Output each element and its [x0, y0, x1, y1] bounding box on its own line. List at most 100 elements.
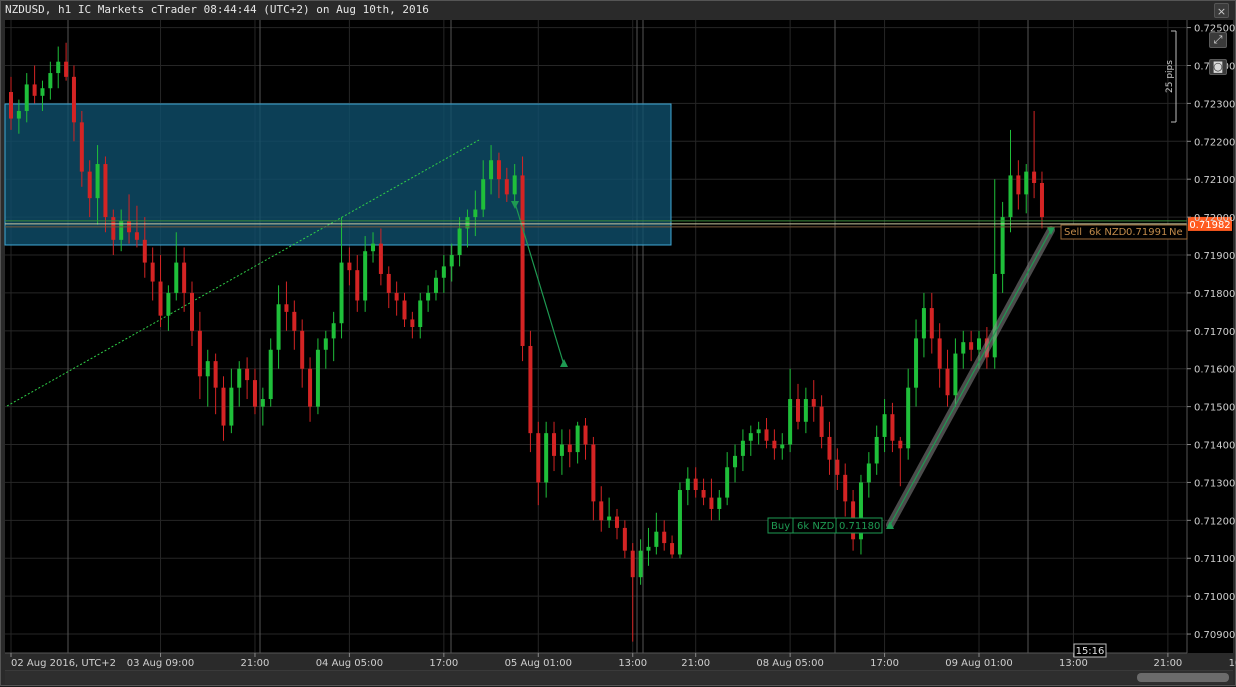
price-tick-label: 0.71000	[1194, 592, 1235, 603]
candle-bull	[205, 361, 210, 377]
candle-bear	[134, 232, 139, 240]
candle-bear	[662, 531, 667, 544]
buy-label-text: 6k NZD	[797, 521, 835, 532]
price-tick-label: 0.70900	[1194, 630, 1235, 641]
candle-bull	[740, 440, 745, 456]
price-tick-label: 0.71600	[1194, 365, 1235, 376]
candle-bull	[315, 349, 320, 407]
candle-bull	[473, 209, 478, 218]
candle-bull	[481, 179, 486, 210]
candle-bear	[182, 262, 187, 293]
time-tick-label: 04 Aug 05:00	[316, 658, 383, 669]
price-tick-label: 0.72300	[1194, 99, 1235, 110]
candle-bull	[544, 433, 549, 483]
candle-bear	[811, 399, 816, 407]
time-tick-label: 13:00	[1059, 658, 1088, 669]
candle-bear	[221, 387, 226, 426]
candle-bull	[449, 255, 454, 267]
candle-bear	[528, 345, 533, 434]
candle-bear	[772, 440, 777, 449]
sell-label-text: Ne	[1169, 227, 1183, 238]
candle-bull	[441, 266, 446, 278]
price-tick-label: 0.71700	[1194, 327, 1235, 338]
camera-icon[interactable]: ◙	[1209, 59, 1227, 75]
time-tick-label: 17:00	[429, 658, 458, 669]
candle-bull	[426, 292, 431, 301]
time-tick-label: 17:00	[870, 658, 899, 669]
time-tick-label: 21:00	[241, 658, 270, 669]
candle-bull	[418, 300, 423, 328]
candle-bear	[701, 490, 706, 498]
time-tick-label: 05 Aug 01:00	[505, 658, 572, 669]
candle-bear	[1016, 175, 1021, 195]
candle-bull	[717, 497, 722, 509]
candle-bear	[378, 243, 383, 274]
candle-bull	[866, 463, 871, 483]
candle-bear	[197, 330, 202, 377]
candle-bull	[339, 262, 344, 324]
price-tick-label: 0.72000	[1194, 213, 1235, 224]
candle-bear	[670, 543, 675, 555]
candle-bull	[433, 277, 438, 293]
sell-label-text: Sell	[1064, 227, 1082, 238]
price-chart[interactable]: 0.71982 0.725000.724000.723000.722000.72…	[1, 1, 1236, 687]
candle-bear	[300, 330, 305, 369]
candle-bear	[142, 239, 147, 263]
candle-bear	[929, 308, 934, 339]
candle-bull	[961, 342, 966, 354]
candle-bear	[213, 361, 218, 388]
scrollbar-thumb[interactable]	[1137, 673, 1229, 682]
candle-bull	[906, 387, 911, 449]
candle-bear	[71, 76, 76, 123]
candle-bear	[103, 164, 108, 218]
buy-label-text: 0.71180	[839, 521, 880, 532]
candle-bull	[276, 304, 281, 350]
candle-bear	[969, 342, 974, 350]
candle-bear	[583, 425, 588, 445]
candle-bear	[9, 92, 13, 119]
candle-bear	[402, 300, 407, 320]
candle-bull	[229, 387, 234, 426]
candle-bear	[32, 84, 37, 96]
candle-bull	[24, 84, 29, 111]
time-axis[interactable]: 02 Aug 2016, UTC+2 03 Aug 09:00 21:00 04 Au…	[10, 653, 1236, 669]
candle-bear	[252, 380, 257, 407]
price-tick-label: 0.71800	[1194, 289, 1235, 300]
candle-bear	[79, 122, 84, 172]
candle-bull	[457, 228, 462, 256]
candle-bear	[1039, 182, 1044, 218]
candle-bull	[260, 399, 265, 407]
time-tick-label: 21:00	[681, 658, 710, 669]
candle-bull	[638, 550, 643, 578]
candle-bear	[937, 338, 942, 369]
candle-bull	[725, 467, 730, 498]
candle-bear	[410, 319, 415, 328]
candle-bear	[630, 550, 635, 578]
price-tick-label: 0.71900	[1194, 251, 1235, 262]
candle-bear	[504, 179, 509, 195]
candle-bear	[819, 406, 824, 437]
candle-bear	[552, 433, 557, 456]
candle-bear	[158, 281, 163, 316]
price-tick-label: 0.71400	[1194, 441, 1235, 452]
price-tick-label: 0.71200	[1194, 516, 1235, 527]
buy-label-text: Buy	[771, 521, 790, 532]
candle-bear	[308, 368, 313, 407]
candle-bear	[355, 270, 360, 301]
cursor-time-label: 15:16	[1076, 646, 1105, 657]
chart-window: NZDUSD, h1 IC Markets cTrader 08:44:44 (…	[0, 0, 1236, 686]
candle-bull	[1008, 175, 1013, 218]
expand-icon[interactable]: ⤢	[1209, 32, 1227, 48]
pip-scale-label: 25 pips	[1165, 60, 1175, 93]
candle-bear	[190, 292, 195, 331]
time-tick-label: 10 Aug 05:00	[1229, 658, 1236, 669]
candle-bull	[788, 399, 793, 445]
horizontal-scrollbar[interactable]	[5, 670, 1233, 684]
candle-bull	[95, 164, 100, 199]
candle-bear	[622, 527, 627, 551]
candle-bull	[575, 425, 580, 453]
candle-bull	[56, 61, 61, 74]
candle-bull	[323, 338, 328, 350]
candle-bear	[520, 175, 525, 346]
candle-bear	[1032, 171, 1037, 183]
